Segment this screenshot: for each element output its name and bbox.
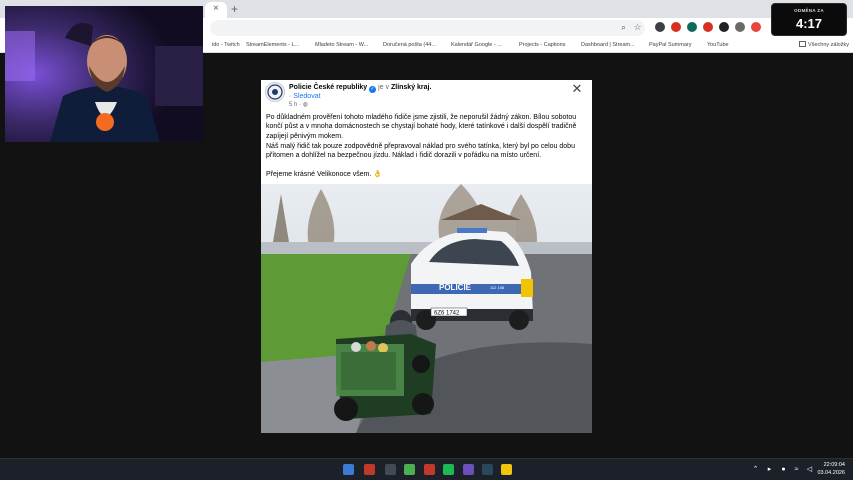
car-police-text: POLICIE [439, 283, 472, 292]
is-in-text: je v [378, 84, 390, 91]
bookmark-item[interactable]: ido - Twitch [203, 40, 240, 51]
webcam-overlay [5, 6, 203, 142]
extension-icon[interactable] [671, 22, 681, 32]
start-icon[interactable] [343, 464, 354, 475]
gmail-icon [374, 40, 381, 47]
address-bar[interactable]: ⌕ ☆ [210, 20, 645, 36]
paypal-icon [640, 40, 647, 47]
timer-value: 4:17 [795, 16, 823, 31]
post-photo[interactable]: POLICIE 112 158 6Z6 1742 [261, 184, 592, 433]
location-link[interactable]: Zlínský kraj. [391, 84, 431, 91]
follow-row: · Sledovat [289, 92, 321, 101]
dashboard-icon [572, 40, 579, 47]
countdown-widget: ODMĚNA ZA 4:17 [771, 3, 847, 36]
bookmark-label: Doručená pošta (44... [383, 42, 436, 48]
post-time-text[interactable]: 5 h · [289, 102, 301, 108]
post-paragraph: Přejeme krásné Velikonoce všem. 👌 [266, 171, 383, 178]
bookmark-item[interactable]: Doručená pošta (44... [374, 40, 436, 51]
folder-icon [799, 41, 807, 47]
extension-icon[interactable] [703, 22, 713, 32]
taskbar: ⌃ ▸ ● ≈ ◁ 22:09:04 03.04.2026 [0, 458, 853, 480]
bookmark-item[interactable]: StreamElements - L... [237, 40, 299, 51]
bookmark-item[interactable]: Mladeto Stream - W... [306, 40, 368, 51]
twitch-icon [203, 40, 210, 47]
steam-icon[interactable] [482, 464, 493, 475]
page-name-link[interactable]: Policie České republiky [289, 84, 367, 91]
bookmark-label: Kalendář Google - ... [451, 42, 502, 48]
spotify-icon[interactable] [443, 464, 454, 475]
public-globe-icon: ◍ [302, 102, 308, 108]
tab-close-icon[interactable]: × [213, 3, 219, 14]
tray-app-icon[interactable]: ▸ [765, 465, 774, 474]
facebook-post: Policie České republiky ✓ je v Zlínský k… [261, 80, 592, 433]
verified-badge-icon: ✓ [369, 86, 377, 93]
follow-button[interactable]: Sledovat [293, 93, 320, 100]
calendar-icon [442, 40, 449, 47]
tray-app-icon[interactable]: ● [779, 465, 788, 474]
bookmark-item[interactable]: Projects - Captions [510, 40, 565, 51]
taskbar-clock[interactable]: 22:09:04 03.04.2026 [817, 462, 845, 477]
bookmark-label: Projects - Captions [519, 42, 566, 48]
app-icon[interactable] [501, 464, 512, 475]
new-tab-button[interactable]: + [231, 2, 238, 16]
license-plate: 6Z6 1742 [434, 311, 460, 317]
bookmark-star-icon[interactable]: ☆ [632, 22, 643, 33]
captions-icon [510, 40, 517, 47]
extension-icon[interactable] [735, 22, 745, 32]
tray-expand-icon[interactable]: ⌃ [751, 465, 760, 474]
extension-icon[interactable] [719, 22, 729, 32]
follow-separator: · [289, 93, 292, 100]
bookmark-item[interactable]: Dashboard | Stream... [572, 40, 635, 51]
close-icon[interactable]: ✕ [571, 82, 583, 96]
post-time: 5 h · ◍ [289, 101, 308, 109]
streamelements-icon [237, 40, 244, 47]
bookmark-label: Dashboard | Stream... [581, 42, 635, 48]
police-emblem-icon [267, 84, 283, 100]
bookmark-item[interactable]: PayPal Summary [640, 40, 692, 51]
page-icon [306, 40, 313, 47]
car-badge-text: 112 158 [490, 285, 505, 290]
browser-tab[interactable]: × [205, 2, 227, 18]
volume-icon[interactable]: ◁ [805, 465, 814, 474]
bookmark-item[interactable]: YouTube [698, 40, 729, 51]
app-icon[interactable] [364, 464, 375, 475]
webcam-image [5, 6, 203, 142]
bookmark-label: PayPal Summary [649, 42, 692, 48]
all-bookmarks-button[interactable]: Všechny záložky [799, 40, 849, 51]
all-bookmarks-label: Všechny záložky [808, 42, 849, 48]
post-paragraph: Po důkladném prověření tohoto mladého ři… [266, 114, 577, 140]
extension-icon[interactable] [655, 22, 665, 32]
zoom-icon[interactable]: ⌕ [618, 22, 629, 33]
bookmark-label: StreamElements - L... [246, 42, 300, 48]
clock-time: 22:09:04 [823, 462, 845, 468]
app-icon[interactable] [424, 464, 435, 475]
app-icon[interactable] [385, 464, 396, 475]
timer-label: ODMĚNA ZA [794, 8, 824, 13]
bookmark-label: YouTube [707, 42, 729, 48]
page-avatar[interactable] [265, 82, 285, 102]
app-icon[interactable] [463, 464, 474, 475]
clock-date: 03.04.2026 [817, 469, 845, 476]
bookmark-label: ido - Twitch [212, 42, 240, 48]
wifi-icon[interactable]: ≈ [792, 465, 801, 474]
extension-icon[interactable] [687, 22, 697, 32]
youtube-icon [698, 40, 705, 47]
extension-icon[interactable] [751, 22, 761, 32]
post-paragraph: Náš malý řidič tak pouze zodpovědně přep… [266, 143, 575, 160]
chrome-icon[interactable] [404, 464, 415, 475]
bookmark-item[interactable]: Kalendář Google - ... [442, 40, 502, 51]
bookmark-label: Mladeto Stream - W... [315, 42, 369, 48]
